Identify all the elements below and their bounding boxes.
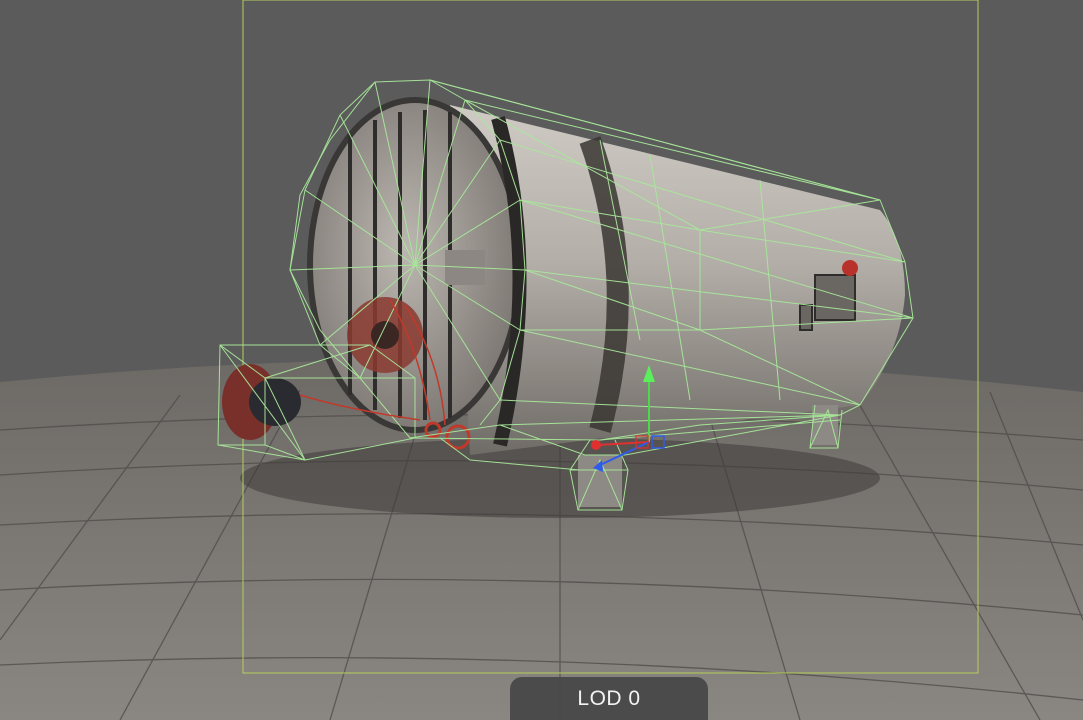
model-shadow xyxy=(240,438,880,518)
scene-render[interactable] xyxy=(0,0,1083,720)
3d-preview-viewport[interactable]: LOD 0 xyxy=(0,0,1083,720)
lod-level-indicator: LOD 0 xyxy=(510,677,708,720)
